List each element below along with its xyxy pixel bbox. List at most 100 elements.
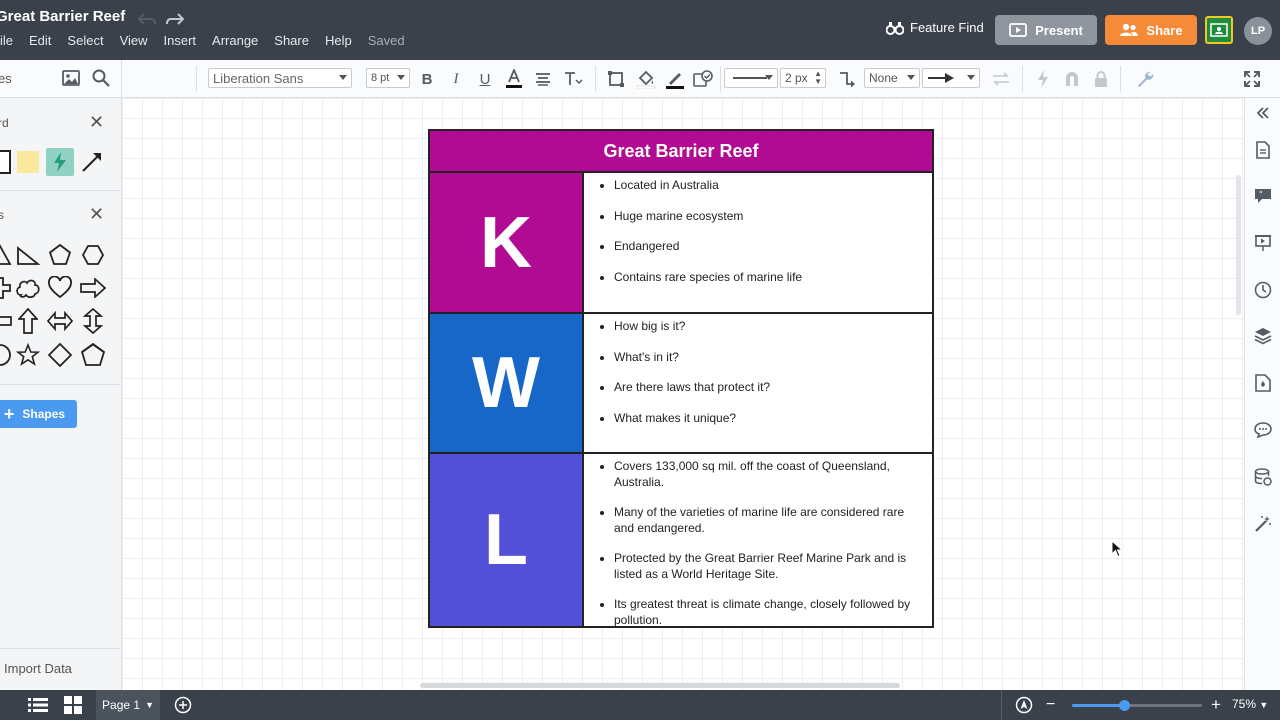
grid-view-icon[interactable] xyxy=(64,696,82,719)
font-family-select[interactable]: Liberation Sans xyxy=(208,68,352,88)
shapes-section-title: s xyxy=(0,208,4,222)
add-page-icon[interactable] xyxy=(174,696,192,719)
zoom-slider-fill xyxy=(1072,704,1124,707)
italic-icon[interactable]: I xyxy=(447,60,465,98)
kwl-row-want[interactable]: W How big is it? What's in it? Are there… xyxy=(430,314,932,454)
theme-drop-icon[interactable] xyxy=(1253,373,1273,393)
magnet-icon[interactable] xyxy=(1062,60,1082,98)
menu-help[interactable]: Help xyxy=(325,33,352,48)
magic-wand-icon[interactable] xyxy=(1253,514,1273,534)
line-width-stepper[interactable]: 2 px ▲ ▼ xyxy=(780,68,826,88)
double-arrow-horizontal-icon[interactable] xyxy=(46,307,74,335)
action-lightning-icon[interactable] xyxy=(46,148,74,176)
menu-arrange[interactable]: Arrange xyxy=(212,33,258,48)
hexagon-shape-icon[interactable] xyxy=(79,241,107,269)
fill-color-icon[interactable] xyxy=(635,60,657,98)
menu-edit[interactable]: Edit xyxy=(29,33,51,48)
font-size-select[interactable]: 8 pt xyxy=(366,68,410,88)
stepper-arrows-icon[interactable]: ▲ ▼ xyxy=(814,70,822,86)
image-icon[interactable] xyxy=(62,70,80,91)
kwl-list-learned[interactable]: Covers 133,000 sq mil. off the coast of … xyxy=(586,454,932,627)
zoom-in-icon[interactable]: + xyxy=(1211,695,1221,715)
style-check-icon[interactable] xyxy=(692,60,714,98)
kwl-row-know[interactable]: K Located in Australia Huge marine ecosy… xyxy=(430,173,932,314)
menu-file[interactable]: ile xyxy=(0,33,13,48)
sticky-note-icon[interactable] xyxy=(14,148,42,176)
swap-arrows-icon[interactable] xyxy=(990,60,1012,98)
feature-find-button[interactable]: Feature Find xyxy=(886,20,984,35)
arrow-line-icon[interactable] xyxy=(78,148,106,176)
add-shapes-button[interactable]: + Shapes xyxy=(0,400,77,428)
mouse-cursor-icon xyxy=(1111,540,1124,558)
list-view-icon[interactable] xyxy=(28,697,48,718)
align-center-icon[interactable] xyxy=(533,60,553,98)
kwl-row-learned[interactable]: L Covers 133,000 sq mil. off the coast o… xyxy=(430,454,932,627)
connector-elbow-icon[interactable] xyxy=(836,60,858,98)
zoom-level[interactable]: 75% ▼ xyxy=(1232,697,1268,711)
close-icon[interactable]: ✕ xyxy=(89,204,104,225)
data-linking-icon[interactable] xyxy=(1253,467,1273,487)
bold-icon[interactable]: B xyxy=(418,60,436,98)
zoom-slider-handle[interactable] xyxy=(1119,700,1130,711)
underline-icon[interactable]: U xyxy=(476,60,494,98)
line-style-select[interactable] xyxy=(724,68,778,88)
heart-shape-icon[interactable] xyxy=(46,274,74,302)
line-color-icon[interactable] xyxy=(664,60,686,98)
kwl-list-know[interactable]: Located in Australia Huge marine ecosyst… xyxy=(586,173,932,312)
menu-select[interactable]: Select xyxy=(67,33,103,48)
menu-share[interactable]: Share xyxy=(274,33,309,48)
right-triangle-shape-icon[interactable] xyxy=(14,241,42,269)
share-button[interactable]: Share xyxy=(1105,15,1197,45)
kwl-title[interactable]: Great Barrier Reef xyxy=(430,131,932,173)
cloud-shape-icon[interactable] xyxy=(14,274,42,302)
rectangle-shape-icon[interactable] xyxy=(0,148,14,176)
diamond-shape-icon[interactable] xyxy=(46,341,74,369)
arrow-end-select[interactable] xyxy=(922,68,980,88)
import-data-button[interactable]: Import Data xyxy=(4,661,72,676)
kwl-chart[interactable]: Great Barrier Reef K Located in Australi… xyxy=(428,129,934,628)
double-arrow-vertical-icon[interactable] xyxy=(79,307,107,335)
presentation-icon[interactable] xyxy=(1253,233,1273,253)
tab-page-1[interactable]: Page 1 ▼ xyxy=(96,690,160,720)
left-arrow-shape-icon[interactable] xyxy=(0,307,14,335)
document-title[interactable]: Great Barrier Reef xyxy=(0,8,125,25)
list-item: Many of the varieties of marine life are… xyxy=(614,505,918,536)
cross-shape-icon[interactable] xyxy=(0,274,14,302)
fullscreen-icon[interactable] xyxy=(1242,60,1262,98)
history-clock-icon[interactable] xyxy=(1253,280,1273,300)
circle-shape-icon[interactable] xyxy=(0,341,14,369)
right-arrow-shape-icon[interactable] xyxy=(79,274,107,302)
text-options-icon[interactable] xyxy=(562,60,584,98)
search-icon[interactable] xyxy=(92,69,110,92)
navigate-compass-icon[interactable] xyxy=(1015,696,1033,719)
present-button[interactable]: Present xyxy=(995,15,1097,45)
pentagon-shape-icon[interactable] xyxy=(46,241,74,269)
horizontal-scrollbar[interactable] xyxy=(420,683,900,688)
shape-outline-icon[interactable] xyxy=(606,60,626,98)
vertical-scrollbar[interactable] xyxy=(1236,175,1241,315)
wrench-icon[interactable] xyxy=(1134,60,1156,98)
triangle-shape-icon[interactable] xyxy=(0,241,14,269)
star-shape-icon[interactable] xyxy=(14,341,42,369)
badge-shape-icon[interactable] xyxy=(79,341,107,369)
google-classroom-button[interactable] xyxy=(1205,16,1233,44)
classroom-icon xyxy=(1210,23,1228,37)
lock-icon[interactable] xyxy=(1091,60,1111,98)
quote-comment-icon[interactable]: " xyxy=(1253,186,1273,206)
user-avatar[interactable]: LP xyxy=(1244,17,1272,45)
redo-icon[interactable] xyxy=(164,0,186,38)
close-icon[interactable]: ✕ xyxy=(89,112,104,133)
collapse-panel-icon[interactable] xyxy=(1253,103,1273,123)
undo-icon[interactable] xyxy=(136,0,158,38)
zoom-slider[interactable] xyxy=(1072,700,1202,711)
text-color-icon[interactable] xyxy=(504,60,524,98)
chevron-down-icon xyxy=(967,75,975,80)
layers-icon[interactable] xyxy=(1253,326,1273,346)
zoom-out-icon[interactable]: − xyxy=(1046,696,1055,714)
page-document-icon[interactable] xyxy=(1253,140,1273,160)
up-arrow-shape-icon[interactable] xyxy=(14,307,42,335)
chat-comment-icon[interactable] xyxy=(1253,420,1273,440)
kwl-list-want[interactable]: How big is it? What's in it? Are there l… xyxy=(586,314,932,452)
lightning-icon[interactable] xyxy=(1033,60,1053,98)
arrow-start-select[interactable]: None xyxy=(864,68,920,88)
